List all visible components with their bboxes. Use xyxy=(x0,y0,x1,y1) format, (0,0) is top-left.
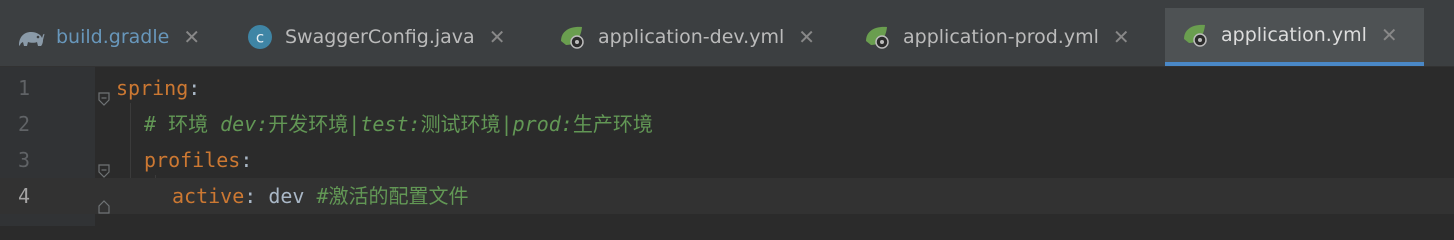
close-icon[interactable]: ✕ xyxy=(798,25,815,49)
spring-yml-icon xyxy=(1181,20,1211,50)
code-text: spring: xyxy=(116,70,200,106)
editor-tab-bar: build.gradle ✕ c SwaggerConfig.java ✕ ap… xyxy=(0,0,1454,67)
comment-tag: dev: xyxy=(220,112,269,136)
code-text: active: dev #激活的配置文件 xyxy=(172,178,469,214)
yaml-colon: : xyxy=(240,148,253,172)
yaml-comment: # 环境 dev:开发环境|test:测试环境|prod:生产环境 xyxy=(144,112,653,136)
code-line-4[interactable]: 4 active: dev #激活的配置文件 xyxy=(0,178,1454,214)
comment-text: 生产环境 xyxy=(572,112,653,136)
close-icon[interactable]: ✕ xyxy=(183,25,200,49)
tab-label: build.gradle xyxy=(56,26,170,48)
comment-tag: test: xyxy=(360,112,421,136)
gradle-icon xyxy=(16,22,46,52)
fold-end-icon[interactable] xyxy=(98,189,110,214)
comment-text: 开发环境| xyxy=(268,112,361,136)
code-line-3[interactable]: 3 profiles: xyxy=(0,142,1454,178)
yaml-value: dev xyxy=(256,184,317,208)
yaml-key: profiles xyxy=(144,148,241,172)
line-number: 2 xyxy=(18,112,31,136)
tab-application-prod-yml[interactable]: application-prod.yml ✕ xyxy=(863,8,1130,66)
tab-swagger-config-java[interactable]: c SwaggerConfig.java ✕ xyxy=(245,8,505,66)
tab-label: application.yml xyxy=(1221,24,1367,46)
close-icon[interactable]: ✕ xyxy=(1113,25,1130,49)
line-number: 1 xyxy=(18,76,31,100)
comment-text: 测试环境| xyxy=(420,112,513,136)
close-icon[interactable]: ✕ xyxy=(1381,23,1398,47)
tab-application-yml[interactable]: application.yml ✕ xyxy=(1165,8,1424,66)
fold-icon[interactable] xyxy=(98,153,110,178)
code-text: # 环境 dev:开发环境|test:测试环境|prod:生产环境 xyxy=(144,106,653,142)
java-class-icon: c xyxy=(245,22,275,52)
svg-text:c: c xyxy=(256,29,264,47)
yaml-key: active xyxy=(172,184,245,208)
tab-build-gradle[interactable]: build.gradle ✕ xyxy=(16,8,200,66)
code-line-2[interactable]: 2 # 环境 dev:开发环境|test:测试环境|prod:生产环境 xyxy=(0,106,1454,142)
close-icon[interactable]: ✕ xyxy=(489,25,506,49)
line-number: 3 xyxy=(18,148,31,172)
fold-icon[interactable] xyxy=(98,81,110,106)
code-line-1[interactable]: 1 spring: xyxy=(0,70,1454,106)
spring-yml-icon xyxy=(863,22,893,52)
yaml-colon: : xyxy=(188,76,201,100)
tab-application-dev-yml[interactable]: application-dev.yml ✕ xyxy=(558,8,815,66)
yaml-key: spring xyxy=(116,76,189,100)
spring-yml-icon xyxy=(558,22,588,52)
line-number: 4 xyxy=(18,184,31,208)
tab-label: application-dev.yml xyxy=(598,26,785,48)
comment-tag: prod: xyxy=(512,112,573,136)
tab-label: SwaggerConfig.java xyxy=(285,26,475,48)
yaml-colon: : xyxy=(244,184,257,208)
code-editor[interactable]: 1 spring: 2 # 环境 dev:开发环境|test:测试环境|prod… xyxy=(0,67,1454,226)
tab-label: application-prod.yml xyxy=(903,26,1099,48)
code-text: profiles: xyxy=(144,142,252,178)
yaml-comment: #激活的配置文件 xyxy=(316,184,469,208)
comment-text: # 环境 xyxy=(144,112,221,136)
